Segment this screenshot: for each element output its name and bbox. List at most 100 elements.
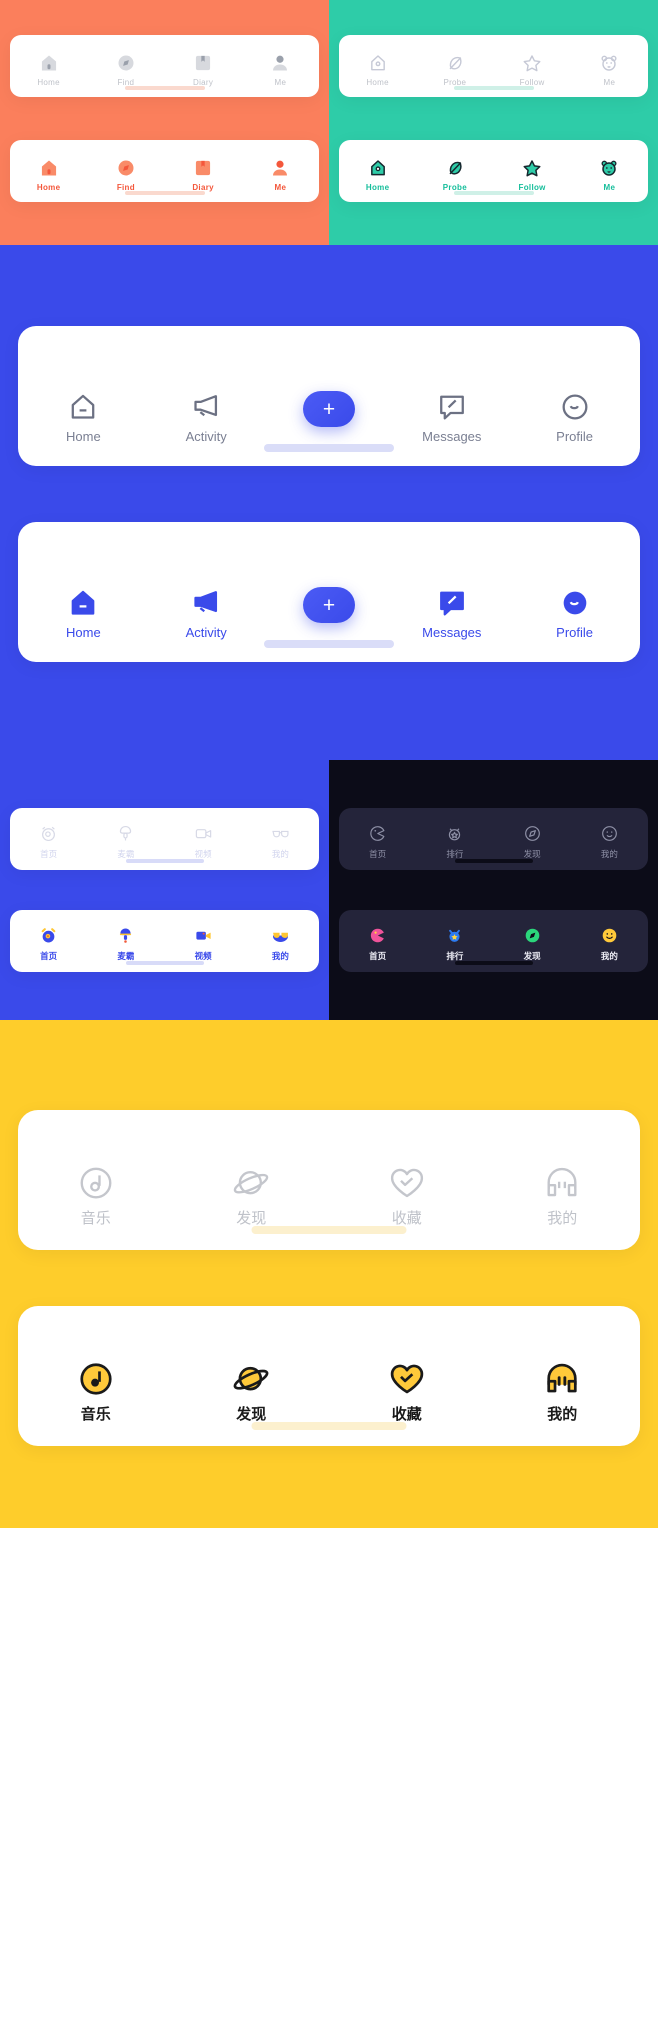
fab-add-button[interactable]: + [268, 587, 391, 640]
tab-home[interactable]: 首页 [10, 824, 87, 860]
section-yellow: 音乐 发现 收藏 我的 音乐 发现 收藏 我的 [0, 1020, 658, 1528]
tab-home[interactable]: Home [339, 158, 416, 192]
tab-probe[interactable]: Probe [416, 53, 493, 87]
tab-me[interactable]: Me [571, 53, 648, 87]
plus-icon[interactable]: + [302, 391, 355, 427]
tab-favorites[interactable]: 收藏 [329, 1164, 485, 1228]
tab-label: 收藏 [391, 1406, 422, 1423]
tabs: Home Find Diary Me [10, 35, 319, 87]
tab-ranking[interactable]: 排行 [416, 824, 493, 860]
tab-label: Home [66, 625, 101, 640]
tab-find[interactable]: Find [87, 158, 164, 192]
tab-mic[interactable]: 麦霸 [87, 926, 164, 962]
orange-tabbar-inactive: Home Find Diary Me [10, 35, 319, 97]
home-indicator [454, 961, 533, 965]
fab-add-button[interactable]: + [268, 391, 391, 444]
tab-me[interactable]: Me [242, 53, 319, 87]
tab-discover[interactable]: 发现 [494, 824, 571, 860]
tab-home[interactable]: 首页 [10, 926, 87, 962]
tab-diary[interactable]: Diary [165, 158, 242, 192]
megaphone-icon [189, 586, 223, 620]
tab-home[interactable]: 首页 [339, 824, 416, 860]
megaphone-icon [189, 390, 223, 424]
tab-label: Profile [556, 625, 594, 640]
tab-home[interactable]: Home [10, 53, 87, 87]
tab-mine[interactable]: 我的 [242, 926, 319, 962]
tab-label: Me [274, 78, 287, 87]
tab-label: Activity [185, 429, 227, 444]
home-indicator [124, 191, 205, 195]
video-camera-icon [194, 926, 213, 945]
tab-label: 发现 [236, 1210, 267, 1227]
tab-activity[interactable]: Activity [145, 586, 268, 640]
tab-video[interactable]: 视频 [165, 926, 242, 962]
home-outline-icon [368, 158, 388, 178]
compass-icon [116, 53, 136, 73]
tab-label: 首页 [369, 849, 387, 859]
tab-home[interactable]: Home [22, 586, 145, 640]
tab-activity[interactable]: Activity [145, 390, 268, 444]
tab-discover[interactable]: 发现 [174, 1360, 330, 1424]
tab-diary[interactable]: Diary [165, 53, 242, 87]
tab-profile[interactable]: Profile [513, 390, 636, 444]
tab-follow[interactable]: Follow [494, 53, 571, 87]
star-icon [522, 158, 542, 178]
tab-me[interactable]: Me [571, 158, 648, 192]
home-indicator [251, 1422, 407, 1430]
section-blue: Home Activity + Messages Profile Home Ac… [0, 245, 658, 760]
tab-home[interactable]: 首页 [339, 926, 416, 962]
tab-label: Home [365, 183, 390, 192]
plus-glyph: + [322, 397, 336, 421]
tab-label: Messages [422, 625, 482, 640]
tab-label: Activity [185, 625, 227, 640]
tab-mine[interactable]: 我的 [485, 1164, 641, 1228]
tab-messages[interactable]: Messages [390, 390, 513, 444]
tab-discover[interactable]: 发现 [174, 1164, 330, 1228]
tab-home[interactable]: Home [10, 158, 87, 192]
bear-icon [599, 53, 619, 73]
tab-discover[interactable]: 发现 [494, 926, 571, 962]
alarm-clock-icon [39, 824, 58, 843]
tabbar-design-showcase: Home Find Diary Me Home Find Diary Me Ho… [0, 0, 658, 2043]
tabs: Home Activity + Messages Profile [18, 522, 640, 640]
tab-mine[interactable]: 我的 [242, 824, 319, 860]
tab-label: Me [603, 78, 616, 87]
profile-icon [558, 390, 592, 424]
dark-cn-tabbar-active: 首页 排行 发现 我的 [339, 910, 648, 972]
tab-mic[interactable]: 麦霸 [87, 824, 164, 860]
tab-label: 我的 [547, 1406, 578, 1423]
planet-icon [232, 1360, 270, 1398]
tab-probe[interactable]: Probe [416, 158, 493, 192]
home-indicator [453, 191, 534, 195]
microphone-icon [116, 926, 135, 945]
tab-home[interactable]: Home [22, 390, 145, 444]
tab-music[interactable]: 音乐 [18, 1164, 174, 1228]
tab-label: 发现 [236, 1406, 267, 1423]
heart-icon [388, 1164, 426, 1202]
tab-label: 我的 [271, 951, 289, 961]
tab-music[interactable]: 音乐 [18, 1360, 174, 1424]
blue-cn-tabbar-active: 首页 麦霸 视频 我的 [10, 910, 319, 972]
tab-video[interactable]: 视频 [165, 824, 242, 860]
tab-home[interactable]: Home [339, 53, 416, 87]
tab-profile[interactable]: Profile [513, 586, 636, 640]
tab-mine[interactable]: 我的 [571, 926, 648, 962]
tab-messages[interactable]: Messages [390, 586, 513, 640]
tab-label: 音乐 [80, 1210, 111, 1227]
bear-icon [599, 158, 619, 178]
tab-mine[interactable]: 我的 [485, 1360, 641, 1424]
tabs: 首页 排行 发现 我的 [339, 910, 648, 962]
headphone-face-icon [543, 1360, 581, 1398]
tab-favorites[interactable]: 收藏 [329, 1360, 485, 1424]
tabs: Home Probe Follow Me [339, 35, 648, 87]
pacman-icon [368, 824, 387, 843]
tab-me[interactable]: Me [242, 158, 319, 192]
tab-mine[interactable]: 我的 [571, 824, 648, 860]
blue-tabbar-active: Home Activity + Messages Profile [18, 522, 640, 662]
plus-icon[interactable]: + [302, 587, 355, 623]
tab-find[interactable]: Find [87, 53, 164, 87]
sunglasses-icon [271, 824, 290, 843]
tab-follow[interactable]: Follow [494, 158, 571, 192]
tabs: 首页 麦霸 视频 我的 [10, 808, 319, 860]
tab-ranking[interactable]: 排行 [416, 926, 493, 962]
